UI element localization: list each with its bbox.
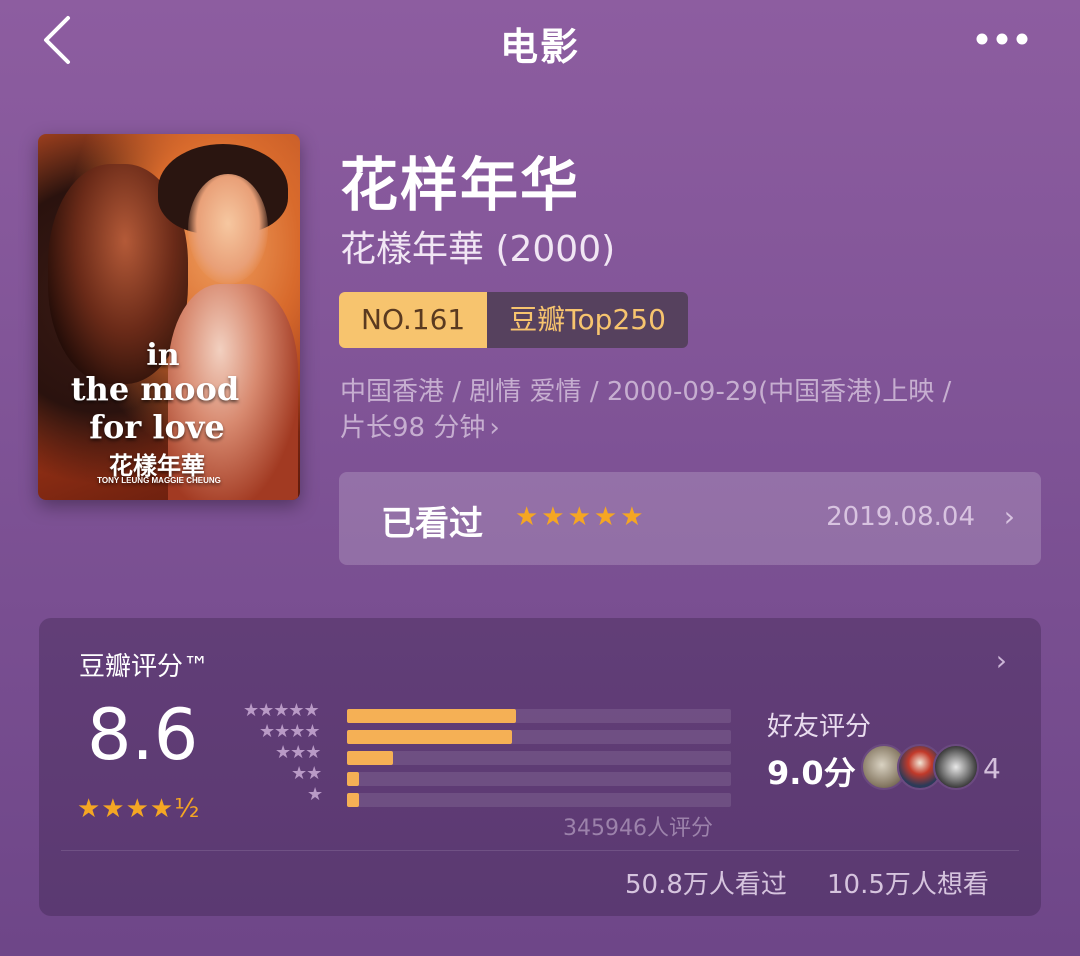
histogram-bar: [347, 793, 359, 807]
rating-title: 豆瓣评分™: [79, 652, 210, 682]
rank-list-name: 豆瓣Top250: [487, 292, 688, 348]
friends-rating-label: 好友评分: [767, 712, 872, 742]
meta-line: 片长98 分钟: [340, 413, 486, 443]
vote-count[interactable]: 345946人评分: [563, 810, 713, 842]
poster-credits: TONY LEUNG MAGGIE CHEUNG: [97, 476, 221, 485]
watched-label: 已看过: [381, 504, 483, 544]
poster-text: for love: [89, 408, 225, 446]
movie-original-title: 花樣年華 (2000): [340, 229, 616, 270]
movie-meta[interactable]: 中国香港 / 剧情 爱情 / 2000-09-29(中国香港)上映 / 片长98…: [340, 374, 1040, 446]
top250-rank-badge[interactable]: NO.161 豆瓣Top250: [339, 292, 688, 348]
friend-avatar[interactable]: [933, 744, 979, 790]
divider: [61, 850, 1019, 851]
movie-poster[interactable]: in the mood for love 花樣年華 TONY LEUNG MAG…: [38, 134, 300, 500]
rating-score: 8.6: [87, 694, 199, 776]
histogram-bar: [347, 751, 393, 765]
rank-number: NO.161: [339, 292, 488, 348]
movie-title: 花样年华: [340, 151, 581, 219]
chevron-right-icon: ›: [489, 413, 500, 443]
watched-count[interactable]: 50.8万人看过: [625, 864, 787, 901]
chevron-right-icon[interactable]: ›: [996, 644, 1007, 677]
histogram-stars: ★★: [291, 763, 322, 784]
watched-status-card[interactable]: 已看过 ★★★★★ 2019.08.04 ›: [339, 472, 1041, 565]
chevron-right-icon: ›: [1003, 500, 1015, 533]
rating-stars: ★★★★½: [77, 794, 201, 824]
histogram-row: ★: [243, 784, 733, 810]
friends-rating-score: 9.0分: [767, 754, 856, 792]
histogram-stars: ★★★★★: [243, 700, 320, 721]
histogram-stars: ★★★: [275, 742, 321, 763]
histogram-bar: [347, 730, 512, 744]
poster-text: in: [146, 338, 180, 373]
histogram-stars: ★: [307, 784, 323, 805]
watched-date: 2019.08.04: [826, 502, 975, 532]
histogram-stars: ★★★★: [259, 721, 321, 742]
user-rating-stars: ★★★★★: [515, 502, 647, 532]
more-dots-icon[interactable]: [970, 26, 1034, 52]
histogram-bar: [347, 772, 359, 786]
page-title: 电影: [499, 25, 580, 69]
douban-rating-card[interactable]: 豆瓣评分™ › 8.6 ★★★★½ ★★★★★ ★★★★ ★★★ ★★ ★ 34…: [39, 618, 1041, 916]
meta-line: 中国香港 / 剧情 爱情 / 2000-09-29(中国香港)上映 /: [340, 377, 952, 407]
want-to-watch-count[interactable]: 10.5万人想看: [827, 864, 989, 901]
friends-count: 4: [983, 752, 1001, 785]
poster-text: the mood: [70, 370, 240, 408]
histogram-bar: [347, 709, 516, 723]
